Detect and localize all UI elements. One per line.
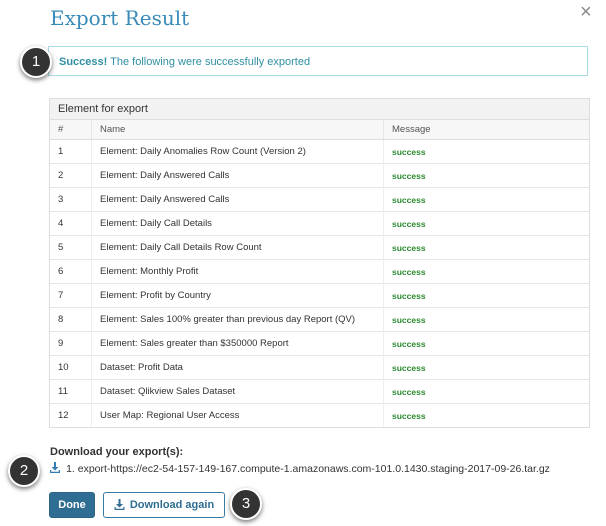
- table-row: 10 Dataset: Profit Data success: [50, 355, 589, 380]
- table-row: 2 Element: Daily Answered Calls success: [50, 163, 589, 188]
- table-row: 8 Element: Sales 100% greater than previo…: [50, 307, 589, 332]
- row-message: success: [383, 283, 589, 308]
- alert-text: The following were successfully exported: [107, 56, 311, 68]
- download-icon: [114, 498, 125, 512]
- table-header-row: # Name Message: [50, 120, 589, 140]
- download-again-label: Download again: [129, 499, 215, 511]
- row-num: 7: [50, 283, 92, 308]
- row-name: Element: Monthly Profit: [91, 259, 384, 284]
- row-name: Element: Sales 100% greater than previou…: [91, 307, 384, 332]
- table-row: 12 User Map: Regional User Access success: [50, 403, 589, 427]
- header-num: #: [50, 120, 92, 140]
- done-button[interactable]: Done: [49, 492, 95, 518]
- download-icon: [50, 462, 63, 475]
- row-num: 12: [50, 403, 92, 427]
- row-message: success: [383, 211, 589, 236]
- row-name: Element: Sales greater than $350000 Repo…: [91, 331, 384, 356]
- header-message: Message: [383, 120, 589, 140]
- row-message: success: [383, 379, 589, 404]
- row-message: success: [383, 307, 589, 332]
- table-row: 9 Element: Sales greater than $350000 Rep…: [50, 331, 589, 356]
- row-message: success: [383, 187, 589, 212]
- row-num: 3: [50, 187, 92, 212]
- table-row: 7 Element: Profit by Country success: [50, 283, 589, 308]
- close-icon[interactable]: ×: [580, 2, 592, 22]
- callout-1: 1: [20, 46, 52, 78]
- row-name: Element: Daily Call Details Row Count: [91, 235, 384, 260]
- table-row: 5 Element: Daily Call Details Row Count su…: [50, 235, 589, 260]
- table-row: 1 Element: Daily Anomalies Row Count (Ver…: [50, 139, 589, 164]
- row-num: 2: [50, 163, 92, 188]
- row-name: Dataset: Qlikview Sales Dataset: [91, 379, 384, 404]
- table-row: 3 Element: Daily Answered Calls success: [50, 187, 589, 212]
- download-label: Download your export(s):: [50, 446, 184, 458]
- row-name: Element: Daily Answered Calls: [91, 187, 384, 212]
- row-num: 9: [50, 331, 92, 356]
- row-name: Dataset: Profit Data: [91, 355, 384, 380]
- row-num: 5: [50, 235, 92, 260]
- row-message: success: [383, 355, 589, 380]
- row-name: User Map: Regional User Access: [91, 403, 384, 427]
- row-num: 11: [50, 379, 92, 404]
- panel-title: Element for export: [50, 99, 589, 120]
- row-num: 6: [50, 259, 92, 284]
- row-num: 1: [50, 139, 92, 164]
- row-message: success: [383, 163, 589, 188]
- download-link-text: 1. export-https://ec2-54-157-149-167.com…: [66, 463, 550, 475]
- row-num: 4: [50, 211, 92, 236]
- row-num: 8: [50, 307, 92, 332]
- export-elements-panel: Element for export # Name Message 1 Eleme…: [49, 98, 590, 428]
- callout-3: 3: [230, 488, 262, 520]
- row-name: Element: Daily Call Details: [91, 211, 384, 236]
- row-name: Element: Profit by Country: [91, 283, 384, 308]
- table-row: 4 Element: Daily Call Details success: [50, 211, 589, 236]
- table-row: 11 Dataset: Qlikview Sales Dataset success: [50, 379, 589, 404]
- download-again-button[interactable]: Download again: [103, 492, 225, 518]
- dialog-title: Export Result: [50, 6, 190, 30]
- row-message: success: [392, 146, 426, 157]
- row-name: Element: Daily Answered Calls: [91, 163, 384, 188]
- row-message: success: [383, 259, 589, 284]
- row-num: 10: [50, 355, 92, 380]
- row-message: success: [383, 235, 589, 260]
- success-alert: Success! The following were successfully…: [48, 46, 588, 76]
- row-name: Element: Daily Anomalies Row Count (Vers…: [91, 139, 384, 164]
- alert-strong: Success!: [59, 56, 108, 68]
- row-message: success: [383, 331, 589, 356]
- download-link[interactable]: 1. export-https://ec2-54-157-149-167.com…: [50, 462, 550, 475]
- table-row: 6 Element: Monthly Profit success: [50, 259, 589, 284]
- callout-2: 2: [8, 455, 40, 487]
- export-table: # Name Message 1 Element: Daily Anomalies…: [50, 120, 589, 427]
- header-name: Name: [91, 120, 384, 140]
- row-message: success: [383, 403, 589, 427]
